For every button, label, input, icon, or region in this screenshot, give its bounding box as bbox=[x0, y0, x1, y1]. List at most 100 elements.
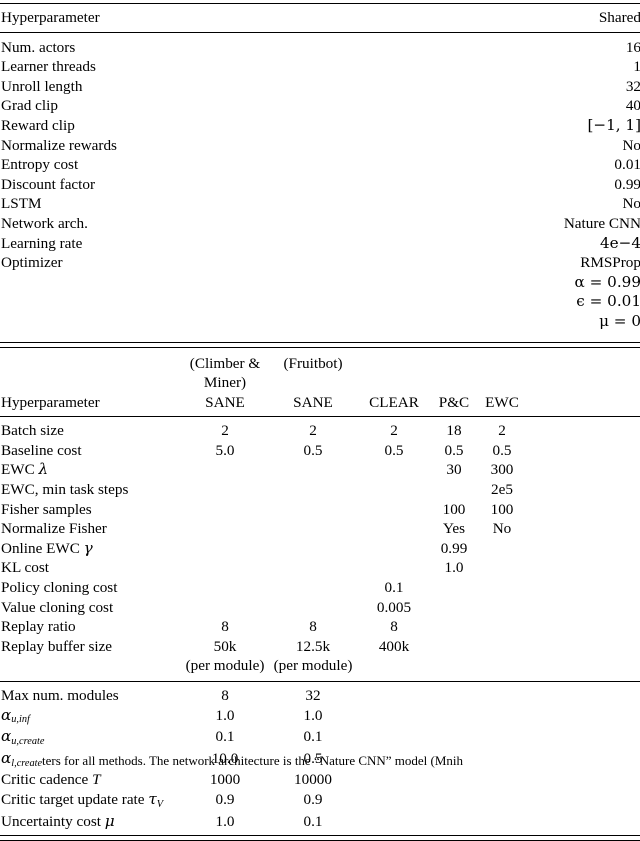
cell-pc: 18 bbox=[446, 422, 462, 440]
cell-sane-fruitbot: 0.5 bbox=[303, 441, 323, 459]
table-row: Replay ratio 8 8 8 bbox=[0, 617, 640, 637]
cell-sane-climber-miner: 1.0 bbox=[215, 812, 235, 830]
subscript: V bbox=[156, 798, 164, 810]
header-col-sane-climber-miner: SANE bbox=[205, 393, 245, 411]
row-value: No bbox=[622, 136, 640, 154]
cell-sane-climber-miner: 8 bbox=[221, 687, 229, 704]
row-label-critic-target-update-rate: Critic target update rate τV bbox=[0, 790, 181, 812]
row-label: Batch size bbox=[1, 422, 64, 440]
cell-sane-climber-miner bbox=[181, 500, 269, 520]
cell-pc: 30 bbox=[446, 461, 462, 479]
cell-ewc bbox=[477, 558, 527, 578]
row-value: [−1, 1] bbox=[587, 115, 640, 134]
paper-table-page: Hyperparameter Shared Num. actors 16 Lea… bbox=[0, 0, 640, 841]
cell-ewc bbox=[477, 656, 527, 676]
cell-sane-climber-miner bbox=[181, 598, 269, 618]
mu-symbol: μ bbox=[104, 811, 115, 830]
table-row: Discount factor 0.99 bbox=[0, 175, 640, 195]
cell-sane-climber-miner: 1.0 bbox=[215, 706, 235, 724]
row-label: Learner threads bbox=[1, 58, 96, 76]
cell-sane-fruitbot: 32 bbox=[305, 687, 321, 704]
row-label-alpha-u-create: αu,create bbox=[0, 727, 181, 749]
table-row: Replay buffer size 50k 12.5k 400k bbox=[0, 637, 640, 657]
row-value: μ = 0 bbox=[599, 311, 640, 330]
header-col-sane-fruitbot: SANE bbox=[293, 393, 333, 411]
method-hyperparameters-header: (Climber & Miner) (Fruitbot) Hyperparame… bbox=[0, 354, 640, 413]
row-value: 0.99 bbox=[614, 175, 640, 193]
row-label: Policy cloning cost bbox=[1, 579, 118, 597]
cell-sane-fruitbot bbox=[269, 519, 357, 539]
table-row: Policy cloning cost 0.1 bbox=[0, 578, 640, 598]
cell-sane-climber-miner: 8 bbox=[221, 618, 229, 636]
table-row: Network arch. Nature CNN bbox=[0, 214, 640, 234]
label-text: Critic target update rate bbox=[1, 790, 149, 808]
cell-sane-climber-miner-note: (per module) bbox=[185, 657, 265, 675]
row-label: Reward clip bbox=[1, 116, 75, 134]
row-label bbox=[0, 273, 421, 293]
table-row: αu,inf 1.0 1.0 bbox=[0, 706, 640, 728]
tau-symbol: τ bbox=[148, 789, 157, 808]
cell-clear: 8 bbox=[390, 618, 398, 636]
cell-sane-fruitbot: 0.9 bbox=[303, 790, 323, 808]
row-label: Replay ratio bbox=[1, 618, 76, 636]
cell-pc bbox=[431, 637, 477, 657]
header-group2-env: (Fruitbot) bbox=[283, 354, 343, 372]
row-label: Entropy cost bbox=[1, 156, 79, 174]
table-row: Optimizer RMSProp bbox=[0, 253, 640, 273]
row-label: Normalize Fisher bbox=[1, 520, 107, 538]
cell-ewc: 2e5 bbox=[491, 481, 513, 499]
table-row: Reward clip [−1, 1] bbox=[0, 116, 640, 136]
row-label: Discount factor bbox=[1, 175, 96, 193]
cell-sane-fruitbot bbox=[269, 558, 357, 578]
cell-clear bbox=[357, 656, 431, 676]
cell-clear bbox=[357, 519, 431, 539]
cell-sane-fruitbot: 1.0 bbox=[303, 706, 323, 724]
cell-sane-fruitbot bbox=[269, 480, 357, 500]
table-row: (per module) (per module) bbox=[0, 656, 640, 676]
cell-sane-climber-miner: 0.1 bbox=[215, 728, 235, 746]
cell-clear: 0.005 bbox=[376, 598, 412, 616]
cell-sane-climber-miner: 2 bbox=[221, 422, 229, 440]
row-label: Fisher samples bbox=[1, 500, 92, 518]
cell-pc bbox=[431, 480, 477, 500]
table-row: Grad clip 40 bbox=[0, 96, 640, 116]
cell-clear: 400k bbox=[378, 637, 410, 655]
table-row: Baseline cost 5.0 0.5 0.5 0.5 0.5 bbox=[0, 441, 640, 461]
cell-sane-fruitbot: 8 bbox=[309, 618, 317, 636]
row-label: Value cloning cost bbox=[1, 598, 114, 616]
cell-sane-fruitbot bbox=[269, 500, 357, 520]
header-col-pc: P&C bbox=[438, 393, 470, 411]
table-row: ϵ = 0.01 bbox=[0, 292, 640, 312]
cell-ewc: 300 bbox=[490, 461, 514, 479]
cell-clear bbox=[357, 460, 431, 480]
cell-clear: 0.5 bbox=[384, 441, 404, 459]
cell-clear: 2 bbox=[390, 422, 398, 440]
label-text: Critic cadence bbox=[1, 771, 93, 789]
alpha-symbol: α bbox=[1, 705, 12, 724]
cell-clear bbox=[357, 558, 431, 578]
lambda-symbol: λ bbox=[38, 460, 49, 479]
table2-header-top-row: (Climber & Miner) (Fruitbot) bbox=[0, 354, 640, 393]
cell-sane-climber-miner: 1000 bbox=[209, 771, 241, 789]
row-label-uncertainty-cost: Uncertainty cost μ bbox=[0, 812, 181, 832]
gamma-symbol: γ bbox=[83, 538, 93, 557]
cell-sane-climber-miner bbox=[181, 480, 269, 500]
cell-sane-climber-miner bbox=[181, 539, 269, 559]
table-row: Max num. modules 8 32 bbox=[0, 686, 640, 706]
shared-hyperparameters-table: Hyperparameter Shared bbox=[0, 8, 640, 28]
cell-pc: 0.99 bbox=[440, 539, 468, 557]
table-row: Value cloning cost 0.005 bbox=[0, 598, 640, 618]
cell-clear bbox=[357, 539, 431, 559]
cell-clear bbox=[357, 480, 431, 500]
cell-sane-climber-miner bbox=[181, 519, 269, 539]
row-label: EWC, min task steps bbox=[1, 481, 129, 499]
row-value: ϵ = 0.01 bbox=[576, 292, 640, 311]
table-row: Uncertainty cost μ 1.0 0.1 bbox=[0, 812, 640, 832]
cell-ewc: No bbox=[492, 520, 512, 538]
cell-sane-fruitbot bbox=[269, 578, 357, 598]
row-label-alpha-u-inf: αu,inf bbox=[0, 706, 181, 728]
cell-sane-fruitbot: 2 bbox=[309, 422, 317, 440]
row-label: Online EWC γ bbox=[1, 538, 93, 557]
header-col-clear: CLEAR bbox=[369, 393, 419, 411]
row-label: Max num. modules bbox=[1, 687, 119, 704]
